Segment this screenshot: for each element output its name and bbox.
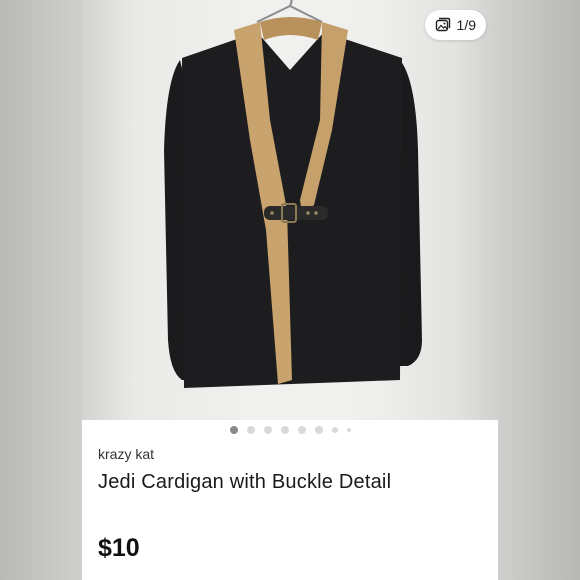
carousel-dots[interactable]: [82, 426, 498, 434]
carousel-dot[interactable]: [229, 426, 238, 434]
listing-card[interactable]: 1/9 krazy kat Jedi Cardigan with Buckle …: [82, 0, 498, 580]
carousel-dot[interactable]: [246, 426, 255, 434]
carousel-dot[interactable]: [346, 428, 351, 432]
carousel-dot[interactable]: [263, 426, 272, 434]
carousel-dot[interactable]: [280, 426, 289, 434]
brand-name[interactable]: krazy kat: [98, 446, 154, 462]
background-left: [0, 0, 82, 580]
image-counter-text: 1/9: [456, 17, 476, 33]
carousel-dot[interactable]: [297, 426, 306, 434]
image-stack-icon: [435, 17, 450, 32]
cardigan-image: [164, 0, 422, 388]
image-counter-badge[interactable]: 1/9: [424, 10, 486, 40]
carousel-dot[interactable]: [331, 427, 338, 433]
listing-title: Jedi Cardigan with Buckle Detail: [98, 471, 392, 493]
listing-price: $10: [98, 534, 140, 562]
carousel-dot[interactable]: [314, 426, 323, 434]
product-photo[interactable]: 1/9: [82, 0, 498, 420]
background-right: [498, 0, 580, 580]
